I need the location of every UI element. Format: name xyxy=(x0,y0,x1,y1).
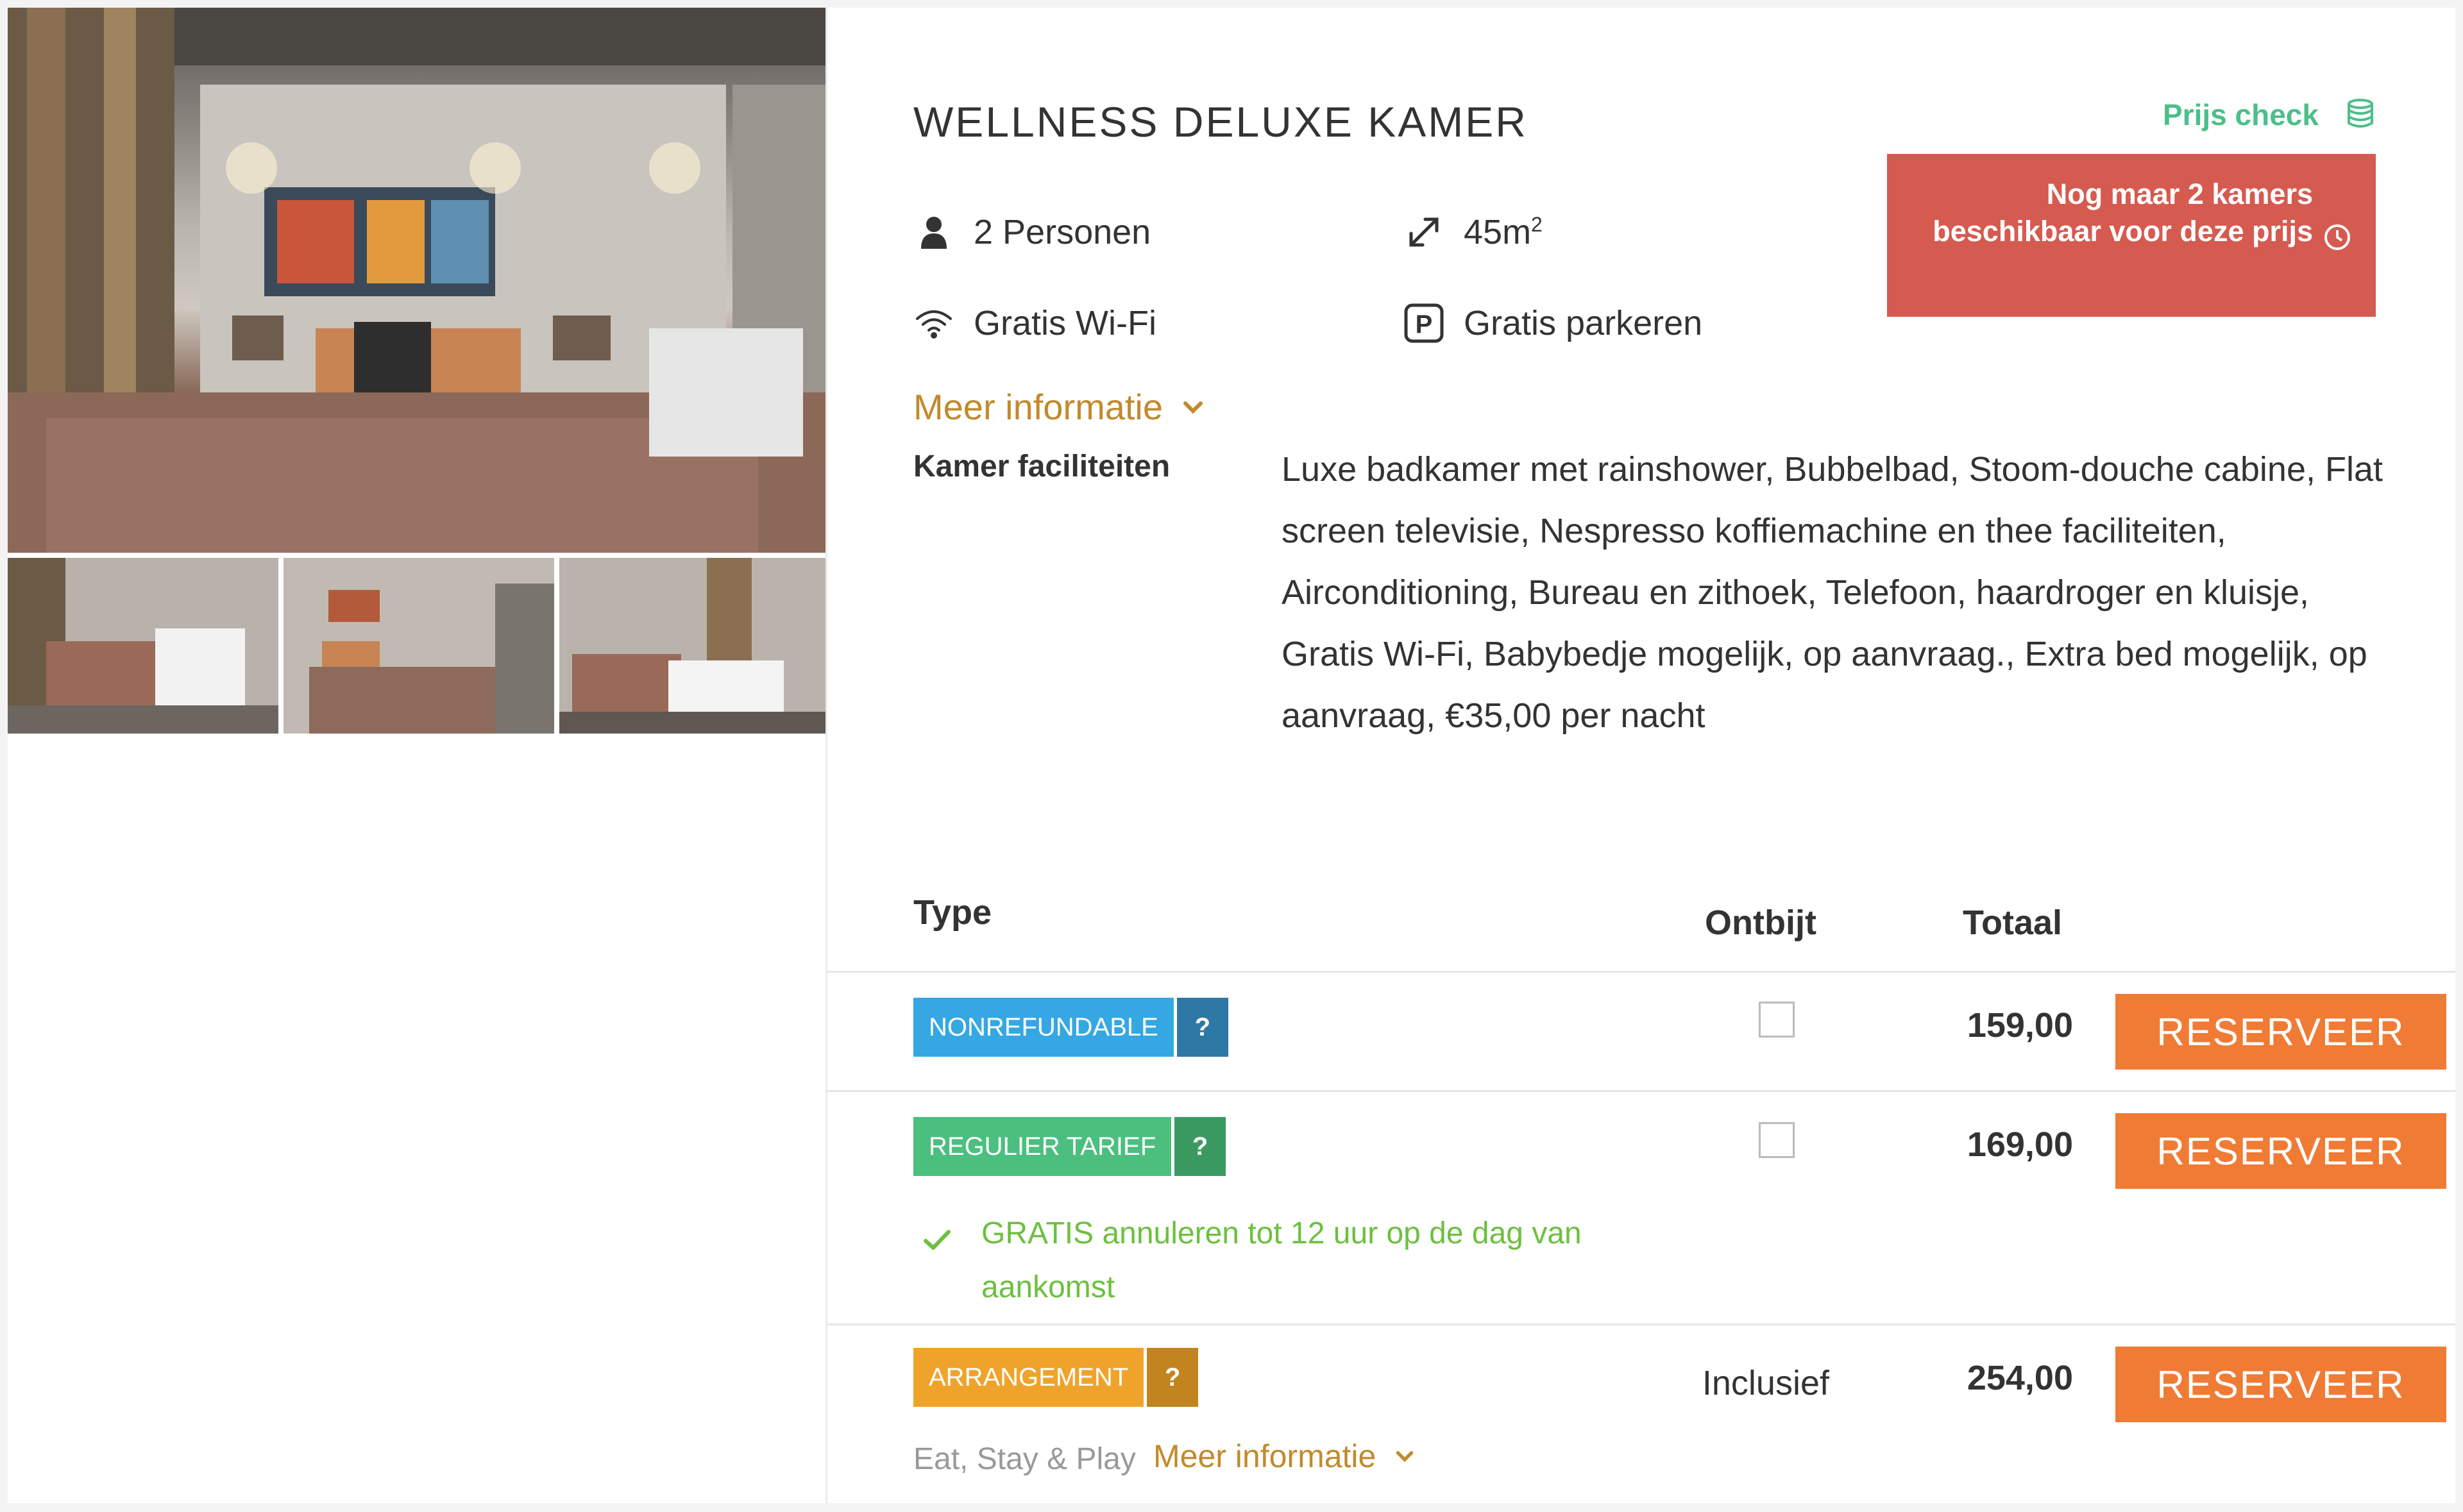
thumbnail-3[interactable] xyxy=(559,558,825,734)
parking-label: Gratis parkeren xyxy=(1464,304,1703,342)
rate-help-button[interactable]: ? xyxy=(1176,998,1228,1057)
feature-persons: 2 Personen xyxy=(913,212,1151,253)
checkmark-icon xyxy=(922,1216,952,1270)
availability-text: Nog maar 2 kamers beschikbaar voor deze … xyxy=(1933,178,2313,248)
free-cancellation-text: GRATIS annuleren tot 12 uur op de dag va… xyxy=(981,1216,1582,1304)
room-photo-illustration xyxy=(8,8,825,553)
thumbnail-3-illustration xyxy=(559,558,825,734)
row-price: 159,00 xyxy=(1967,1006,2073,1045)
vertical-divider xyxy=(825,8,827,1503)
persons-label: 2 Personen xyxy=(974,213,1151,251)
rate-help-button[interactable]: ? xyxy=(1147,1348,1199,1407)
svg-text:P: P xyxy=(1416,310,1433,339)
breakfast-checkbox[interactable] xyxy=(1759,1002,1795,1037)
chevron-down-icon xyxy=(1182,399,1204,415)
room-more-info-toggle[interactable]: Meer informatie xyxy=(913,386,1204,428)
feature-parking: P Gratis parkeren xyxy=(1403,303,1702,344)
facilities-label: Kamer faciliteiten xyxy=(913,449,1171,483)
thumbnail-2[interactable] xyxy=(284,558,554,734)
price-check-link[interactable]: Prijs check xyxy=(2163,97,2376,132)
chevron-down-icon xyxy=(1395,1449,1414,1463)
expand-arrows-icon xyxy=(1403,212,1444,253)
rate-label: REGULIER TARIEF xyxy=(913,1117,1172,1176)
rate-badge-arrangement: ARRANGEMENT ? xyxy=(913,1348,1199,1407)
wifi-label: Gratis Wi-Fi xyxy=(974,304,1156,342)
feature-size: 45m2 xyxy=(1403,212,1543,253)
table-divider xyxy=(827,971,2455,973)
parking-icon: P xyxy=(1403,303,1444,344)
breakfast-included: Inclusief xyxy=(1702,1364,1829,1402)
coins-icon xyxy=(2344,97,2376,132)
price-check-label: Prijs check xyxy=(2163,98,2319,131)
rate-label: ARRANGEMENT xyxy=(913,1348,1144,1407)
reserve-button[interactable]: RESERVEER xyxy=(2115,1347,2446,1422)
room-title: WELLNESS DELUXE KAMER xyxy=(913,98,1528,146)
rate-badge-nonrefundable: NONREFUNDABLE ? xyxy=(913,998,1228,1057)
rate-label: NONREFUNDABLE xyxy=(913,998,1174,1057)
clock-icon xyxy=(2323,223,2351,260)
breakfast-checkbox[interactable] xyxy=(1759,1122,1795,1158)
person-icon xyxy=(913,212,954,253)
header-type: Type xyxy=(913,893,992,932)
reserve-button[interactable]: RESERVEER xyxy=(2115,1113,2446,1189)
rate-help-button[interactable]: ? xyxy=(1174,1117,1226,1176)
feature-wifi: Gratis Wi-Fi xyxy=(913,303,1156,344)
facilities-description: Luxe badkamer met rainshower, Bubbelbad,… xyxy=(1282,450,2383,735)
row-price: 254,00 xyxy=(1967,1359,2073,1397)
size-label: 45m2 xyxy=(1464,213,1543,251)
header-total: Totaal xyxy=(1963,903,2063,942)
photo-gallery xyxy=(8,8,825,734)
reserve-button[interactable]: RESERVEER xyxy=(2115,994,2446,1070)
availability-alert: Nog maar 2 kamers beschikbaar voor deze … xyxy=(1887,154,2376,317)
row-price: 169,00 xyxy=(1967,1125,2073,1164)
table-divider xyxy=(827,1090,2455,1092)
main-room-photo[interactable] xyxy=(8,8,825,553)
header-breakfast: Ontbijt xyxy=(1705,903,1816,942)
thumbnail-1-illustration xyxy=(8,558,278,734)
package-name: Eat, Stay & Play xyxy=(913,1442,1136,1476)
rate-badge-regular: REGULIER TARIEF ? xyxy=(913,1117,1226,1176)
room-card: WELLNESS DELUXE KAMER 2 Personen 45m2 Gr… xyxy=(8,8,2455,1503)
wifi-icon xyxy=(913,303,954,344)
more-info-label: Meer informatie xyxy=(1153,1438,1376,1474)
package-more-info-toggle[interactable]: Meer informatie xyxy=(1153,1438,1414,1475)
more-info-label: Meer informatie xyxy=(913,387,1164,427)
free-cancellation-note: GRATIS annuleren tot 12 uur op de dag va… xyxy=(922,1207,1596,1315)
thumbnail-1[interactable] xyxy=(8,558,278,734)
thumbnail-2-illustration xyxy=(284,558,554,734)
table-divider xyxy=(827,1323,2455,1325)
